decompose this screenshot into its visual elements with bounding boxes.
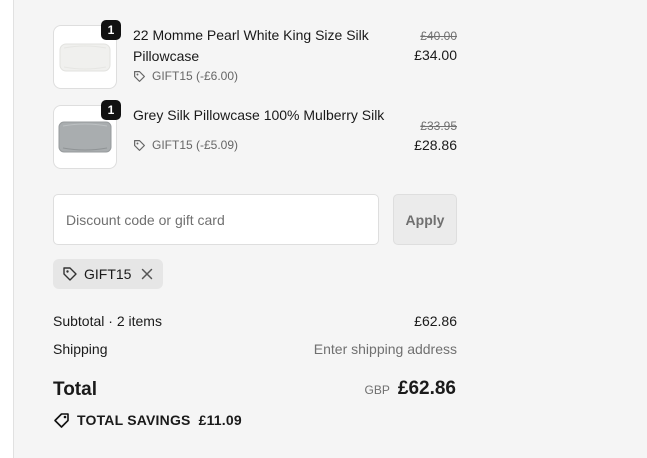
savings-tag-icon (54, 413, 69, 428)
item-discount: GIFT15 (-£5.09) (133, 138, 238, 152)
line-item: 1 22 Momme Pearl White King Size Silk Pi… (53, 20, 457, 89)
applied-discount-chip: GIFT15 (53, 259, 163, 289)
remove-code-button[interactable] (141, 268, 153, 280)
savings-value: £11.09 (198, 412, 242, 428)
tag-icon (63, 267, 77, 281)
total-savings: TOTAL SAVINGS £11.09 (53, 411, 242, 429)
item-discount-label: GIFT15 (-£5.09) (152, 138, 239, 152)
close-icon (142, 268, 153, 280)
shipping-label: Shipping (53, 341, 108, 357)
subtotal-value: £62.86 (414, 313, 457, 329)
quantity-badge: 1 (101, 20, 121, 40)
line-item: 1 Grey Silk Pillowcase 100% Mulberry Sil… (53, 100, 457, 169)
product-thumbnail: 1 (53, 20, 121, 89)
original-price: £33.95 (420, 119, 457, 133)
tag-icon (134, 139, 145, 151)
discount-code-input[interactable] (53, 194, 379, 245)
item-discount: GIFT15 (-£6.00) (133, 69, 238, 83)
total-label: Total (53, 379, 97, 400)
subtotal-row: Subtotal · 2 items £62.86 (53, 313, 457, 329)
shipping-value: Enter shipping address (313, 341, 457, 357)
savings-label: TOTAL SAVINGS (77, 412, 191, 428)
currency-code: GBP (364, 383, 390, 397)
applied-code-label: GIFT15 (84, 266, 132, 282)
total-value: £62.86 (397, 378, 456, 399)
total-amount: GBP £62.86 (365, 378, 456, 400)
item-price: £28.86 (414, 137, 457, 153)
product-thumbnail: 1 (53, 100, 121, 169)
apply-button[interactable]: Apply (393, 194, 457, 245)
quantity-badge: 1 (101, 100, 121, 120)
order-summary-panel: 1 22 Momme Pearl White King Size Silk Pi… (13, 0, 647, 458)
product-name: 22 Momme Pearl White King Size Silk Pill… (133, 27, 369, 64)
product-name: Grey Silk Pillowcase 100% Mulberry Silk (133, 107, 385, 123)
tag-icon (134, 70, 145, 82)
subtotal-label: Subtotal · 2 items (53, 313, 162, 329)
shipping-row: Shipping Enter shipping address (53, 341, 457, 357)
item-discount-label: GIFT15 (-£6.00) (152, 69, 239, 83)
original-price: £40.00 (420, 29, 457, 43)
item-price: £34.00 (414, 47, 457, 63)
